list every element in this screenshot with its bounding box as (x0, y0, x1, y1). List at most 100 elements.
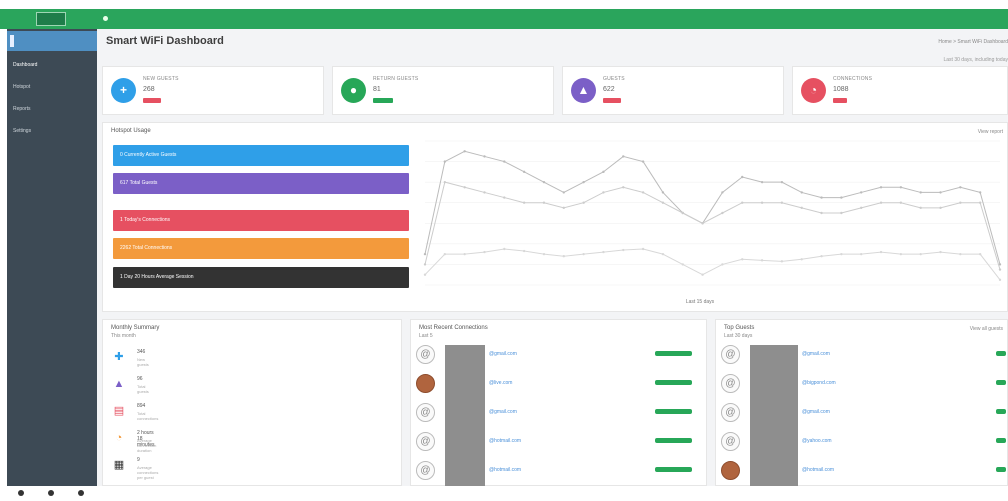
data-point (899, 186, 903, 189)
active-guests-bar: 0 Currently Active Guests (113, 145, 409, 166)
app-logo[interactable] (36, 12, 66, 26)
data-point (661, 252, 665, 256)
data-point (562, 255, 565, 258)
email-text: @bigpond.com (802, 380, 836, 386)
data-point (840, 211, 843, 215)
data-point (998, 268, 1002, 271)
avatar: @ (416, 345, 435, 364)
list-item[interactable]: @ @gmail.com (411, 345, 706, 372)
recent-connections-panel: Most Recent Connections Last 5 @ @gmail.c… (410, 319, 707, 488)
list-item[interactable]: @ @gmail.com (716, 345, 1007, 372)
nav-dot-icon[interactable] (48, 490, 54, 496)
sidebar-item-hotspot[interactable]: Hotspot (7, 81, 97, 93)
stat-card-guests: ▲ GUESTS 622 (562, 66, 784, 115)
pie-icon: ◔ (115, 432, 123, 444)
list-item[interactable]: @live.com (411, 374, 706, 401)
status-badge (655, 467, 692, 472)
stat-badge (603, 98, 621, 103)
data-point (602, 170, 605, 174)
data-point (721, 263, 724, 266)
data-point (463, 150, 466, 153)
series-line (424, 181, 1001, 270)
data-point (503, 247, 506, 251)
sidebar-brand[interactable] (7, 31, 97, 51)
list-item[interactable]: @ @gmail.com (411, 403, 706, 430)
sidebar: Dashboard Hotspot Reports Settings (7, 29, 97, 486)
data-point (483, 191, 486, 194)
data-point (641, 191, 645, 194)
data-point (721, 211, 724, 215)
data-point (741, 175, 744, 179)
monthly-value: 346 (137, 349, 146, 355)
data-point (939, 191, 942, 194)
data-point (463, 252, 466, 256)
stat-label: NEW GUESTS (143, 76, 179, 82)
data-point (760, 201, 764, 204)
breadcrumb[interactable]: Home > Smart WiFi Dashboard (938, 39, 1008, 45)
status-badge (655, 409, 692, 414)
data-point (919, 206, 922, 210)
user-icon: ▲ (113, 378, 125, 390)
chart-series (423, 150, 1002, 282)
data-point (879, 186, 883, 189)
list-item[interactable]: @ @yahoo.com (716, 432, 1007, 459)
period-note: Last 30 days, including today (943, 57, 1008, 63)
stat-badge (373, 98, 393, 103)
data-point (582, 201, 585, 204)
data-point (899, 201, 903, 204)
sidebar-item-dashboard[interactable]: Dashboard (7, 59, 97, 71)
status-badge (996, 467, 1006, 472)
panel-title: Hotspot Usage (111, 128, 151, 134)
today-connections-bar: 1 Today's Connections (113, 210, 409, 231)
stat-badge (143, 98, 161, 103)
monthly-desc: Average connections per guest (137, 465, 159, 480)
stat-value: 622 (603, 86, 615, 93)
email-text: @gmail.com (489, 351, 517, 357)
status-badge (655, 438, 692, 443)
nav-dot-icon[interactable] (78, 490, 84, 496)
data-point (978, 191, 982, 194)
data-point (939, 250, 942, 254)
total-guests-bar: 617 Total Guests (113, 173, 409, 194)
data-point (860, 206, 863, 210)
data-point (820, 255, 823, 258)
data-point (780, 180, 784, 184)
data-point (978, 252, 982, 256)
panel-subtitle: Last 30 days (724, 333, 753, 339)
status-badge (655, 380, 692, 385)
data-point (423, 252, 427, 256)
data-point (582, 252, 585, 256)
list-item[interactable]: @ @hotmail.com (411, 461, 706, 488)
data-point (780, 201, 784, 204)
series-line (424, 150, 1001, 265)
sidebar-item-settings[interactable]: Settings (7, 125, 97, 137)
data-point (800, 191, 803, 194)
data-point (522, 170, 526, 174)
data-point (760, 259, 764, 262)
status-badge (996, 409, 1006, 414)
data-point (483, 250, 486, 254)
data-point (661, 201, 665, 204)
data-point (443, 160, 447, 163)
hotspot-line-chart: Last 15 days (423, 140, 1002, 305)
data-point (919, 252, 922, 256)
view-all-guests-link[interactable]: View all guests (970, 326, 1003, 332)
stat-value: 1088 (833, 86, 849, 93)
list-item[interactable]: @hotmail.com (716, 461, 1007, 488)
data-point (820, 211, 823, 215)
data-point (939, 206, 942, 210)
data-point (443, 180, 447, 184)
data-point (721, 191, 724, 194)
data-point (959, 186, 962, 189)
list-item[interactable]: @ @gmail.com (716, 403, 1007, 430)
menu-toggle-icon[interactable] (103, 16, 108, 21)
nav-dot-icon[interactable] (18, 490, 24, 496)
sidebar-item-reports[interactable]: Reports (7, 103, 97, 115)
list-item[interactable]: @ @hotmail.com (411, 432, 706, 459)
data-point (542, 201, 546, 204)
list-item[interactable]: @ @bigpond.com (716, 374, 1007, 401)
shirt-icon: ▲ (571, 78, 596, 103)
chart-icon: ▤ (113, 405, 125, 417)
avatar: @ (721, 345, 740, 364)
avatar: @ (721, 374, 740, 393)
